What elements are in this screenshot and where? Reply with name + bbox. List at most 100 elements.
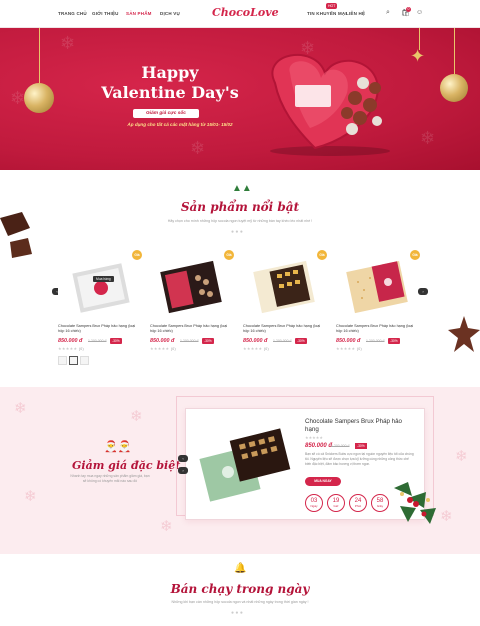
deal-rating-stars: ★★★★★ — [305, 435, 323, 440]
product-image[interactable]: Giá — [243, 250, 327, 322]
deal-product-image[interactable] — [198, 420, 298, 510]
page: TRANG CHỦ GIỚI THIỆU SẢN PHẨM DỊCH VỤ Ch… — [0, 0, 480, 626]
product-price: 850.000 đ — [58, 338, 83, 344]
deal-subtitle: Nhanh tay mua ngay những sản phẩm giảm g… — [70, 474, 150, 483]
product-price: 850.000 đ — [336, 338, 361, 344]
thumbnail[interactable] — [69, 356, 78, 365]
countdown-label: Ngày — [310, 504, 318, 508]
rating-stars: ★★★★★ (0) — [243, 346, 270, 351]
product-name[interactable]: Chocolate Sampers Brux Pháp hảo hạng (lo… — [336, 324, 418, 334]
deal-price: 850.000 đ — [305, 443, 333, 449]
countdown-label: Phút — [354, 504, 362, 508]
buy-tooltip[interactable]: Mua hàng — [93, 276, 114, 282]
logo[interactable]: ChocoLove — [212, 6, 279, 19]
snowflake-icon: ❄ — [10, 88, 26, 108]
santa-icon: 🎅🎅 — [104, 441, 132, 453]
product-old-price: 1.200.000 đ — [88, 339, 107, 343]
header: TRANG CHỦ GIỚI THIỆU SẢN PHẨM DỊCH VỤ Ch… — [0, 0, 480, 28]
deal-discount-badge: -30% — [355, 443, 367, 449]
nav-services[interactable]: DỊCH VỤ — [160, 11, 180, 16]
hero-subtitle: Áp dụng cho tất cả các mặt hàng từ 15/01… — [127, 122, 233, 127]
deal-next-arrow-button[interactable]: › — [178, 467, 188, 474]
product-image[interactable]: Giá — [336, 250, 420, 322]
snowflake-icon: ❄ — [455, 448, 468, 465]
gold-ornament — [24, 83, 54, 113]
holly-decoration-image — [394, 482, 436, 524]
product-name[interactable]: Chocolate Sampers Brux Pháp hảo hạng (lo… — [150, 324, 232, 334]
discount-badge: -30% — [110, 338, 122, 344]
deal-title: Giảm giá đặc biệt — [72, 459, 181, 472]
discount-badge: -30% — [202, 338, 214, 344]
product-card[interactable]: Giá Chocolate Sampers Brux Pháp hảo hạng… — [243, 250, 327, 372]
product-price: 850.000 đ — [150, 338, 175, 344]
snowflake-icon: ❄ — [14, 400, 27, 417]
ornament-string — [454, 28, 455, 76]
cart-count: 0 — [406, 7, 411, 12]
rating-count: (0) — [170, 347, 177, 351]
product-old-price: 1.200.000 đ — [366, 339, 385, 343]
product-badge: Giá — [132, 250, 142, 260]
discount-badge: -30% — [388, 338, 400, 344]
countdown-seconds: 58 Giây — [371, 494, 389, 512]
hero-title-line2: Valentine Day's — [101, 83, 239, 102]
product-badge: Giá — [224, 250, 234, 260]
featured-title: Sản phẩm nổi bật — [180, 200, 300, 214]
product-thumbnails — [58, 352, 91, 370]
snowflake-icon: ❄ — [160, 518, 173, 535]
ornament-string — [39, 28, 40, 86]
snowflake-icon: ❄ — [24, 488, 37, 505]
snowflake-icon: ❄ — [420, 128, 436, 148]
countdown-days: 03 Ngày — [305, 494, 323, 512]
nav-home[interactable]: TRANG CHỦ — [58, 11, 87, 16]
deal-product-name[interactable]: Chocolate Sampers Brux Pháp hảo hạng — [305, 418, 410, 434]
product-name[interactable]: Chocolate Sampers Brux Pháp hảo hạng (lo… — [58, 324, 140, 334]
snowflake-icon: ❄ — [130, 408, 143, 425]
rating-count: (0) — [78, 347, 85, 351]
product-image[interactable]: Giá — [58, 250, 142, 322]
bell-icon: 🔔 — [234, 563, 247, 574]
countdown-label: Giây — [376, 504, 384, 508]
section-divider-dots: ● ● ● — [231, 610, 243, 616]
nav-contact[interactable]: LIÊN HỆ — [346, 11, 365, 16]
bestseller-subtitle: Những khi bạn cần những hộp socola ngon … — [171, 600, 309, 604]
product-price: 850.000 đ — [243, 338, 268, 344]
thumbnail[interactable] — [80, 356, 89, 365]
rating-count: (0) — [263, 347, 270, 351]
rating-count: (0) — [356, 347, 363, 351]
nav-products[interactable]: SẢN PHẨM — [126, 11, 152, 16]
hero-banner[interactable]: ❄ ❄ ❄ ❄ ❄ ✦ Happy Valentine Day's Giảm g… — [0, 28, 480, 170]
product-card[interactable]: Giá Chocolate Sampers Brux Pháp hảo hạng… — [150, 250, 234, 372]
countdown-minutes: 24 Phút — [349, 494, 367, 512]
product-image[interactable]: Giá — [150, 250, 234, 322]
rating-stars: ★★★★★ (0) — [150, 346, 177, 351]
product-badge: Giá — [410, 250, 420, 260]
chocolate-star-decoration-image — [448, 316, 480, 352]
rating-stars: ★★★★★ (0) — [58, 346, 85, 351]
thumbnail[interactable] — [58, 356, 67, 365]
countdown-hours: 19 Giờ — [327, 494, 345, 512]
heart-chocolate-box-image — [270, 53, 390, 156]
snowflake-icon: ❄ — [440, 508, 453, 525]
product-old-price: 1.200.000 đ — [180, 339, 199, 343]
search-icon[interactable]: ⌕ — [386, 9, 390, 17]
product-card[interactable]: Giá Chocolate Sampers Brux Pháp hảo hạng… — [58, 250, 142, 372]
user-icon[interactable]: ☺ — [416, 9, 423, 16]
snowflake-icon: ❄ — [60, 33, 76, 53]
product-name[interactable]: Chocolate Sampers Brux Pháp hảo hạng (lo… — [243, 324, 325, 334]
product-badge: Giá — [317, 250, 327, 260]
deal-description: Bạn sẽ có cả Snickers Bubs cực ngon tại … — [305, 452, 414, 466]
nav-promotions[interactable]: TIN KHUYẾN MẠI — [307, 11, 347, 16]
deal-prev-arrow-button[interactable]: ‹ — [178, 455, 188, 462]
buy-now-button[interactable]: MUA NGAY — [305, 477, 341, 486]
nav-about[interactable]: GIỚI THIỆU — [92, 11, 119, 16]
countdown-label: Giờ — [333, 504, 339, 508]
snowflake-icon: ❄ — [190, 138, 206, 158]
featured-subtitle: Hãy chọn cho mình những hộp socola ngon … — [167, 219, 313, 223]
hero-title: Happy Valentine Day's — [95, 63, 245, 103]
next-arrow-button[interactable]: › — [418, 288, 428, 295]
star-ornament-icon: ✦ — [410, 46, 426, 66]
christmas-tree-icon: ▲▲ — [232, 183, 252, 194]
product-card[interactable]: Giá Chocolate Sampers Brux Pháp hảo hạng… — [336, 250, 420, 372]
product-old-price: 1.200.000 đ — [273, 339, 292, 343]
bestseller-title: Bán chạy trong ngày — [170, 582, 310, 596]
